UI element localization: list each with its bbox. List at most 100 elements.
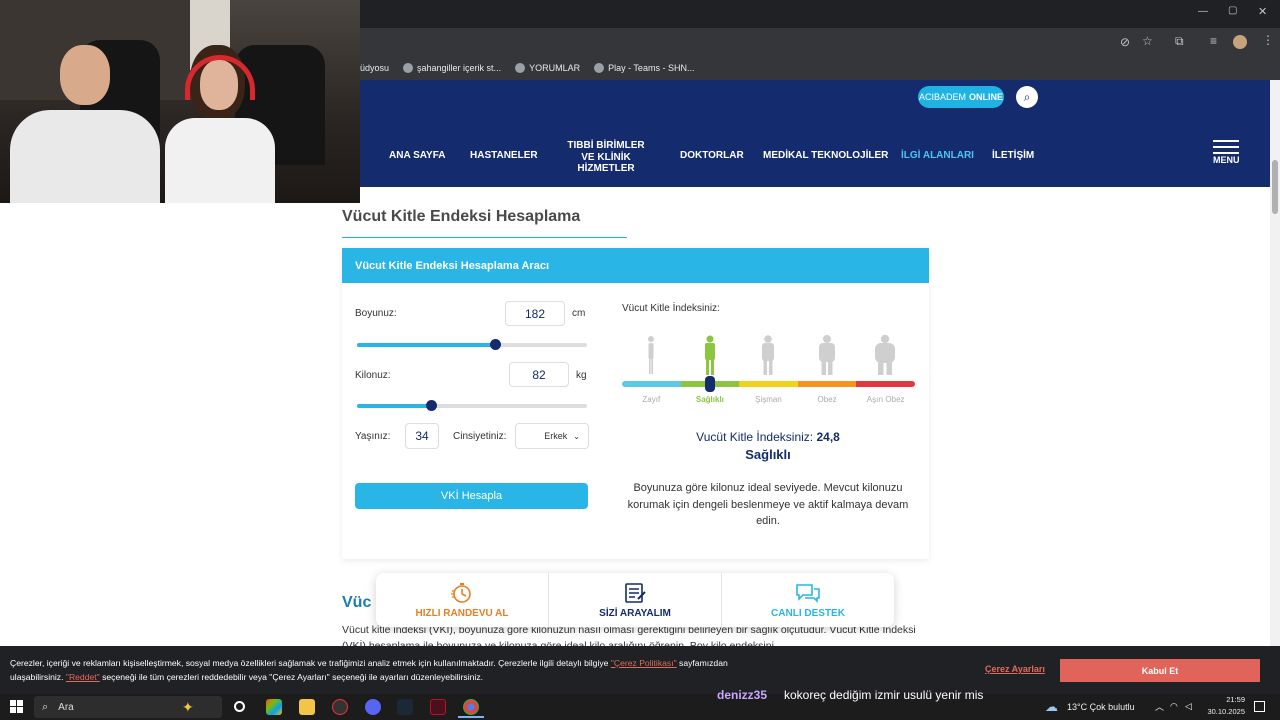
bmi-scale-segment (797, 381, 857, 387)
person-left-body (10, 110, 160, 203)
bookmark-item[interactable]: üdyosu (360, 63, 389, 73)
bmi-value-text: Vucüt Kitle İndeksiniz: 24,8 (696, 430, 840, 444)
clock-date[interactable]: 30.10.2025 (1199, 707, 1245, 716)
nav-iletisim[interactable]: İLETİŞİM (992, 150, 1034, 162)
globe-icon (515, 63, 526, 73)
bookmarks-bar: üdyosu şahangiller içerik st... YORUMLAR… (360, 56, 1280, 80)
bookmark-star-icon[interactable]: ☆ (1142, 34, 1153, 48)
bmi-category-label: Obez (817, 395, 837, 404)
person-right-body (165, 118, 275, 203)
tracking-off-icon[interactable]: ⊘ (1120, 35, 1130, 49)
weather-cloud-icon: ☁ (1045, 699, 1058, 714)
figure-sisman-icon (762, 335, 774, 375)
age-input[interactable]: 34 (405, 423, 439, 449)
figure-obez-icon (819, 335, 835, 375)
height-slider-handle[interactable] (490, 339, 501, 350)
bmi-scale-segment (856, 381, 915, 387)
chat-icon (796, 583, 820, 603)
copilot-sparkle-icon: ✦ (182, 699, 194, 715)
file-explorer-icon[interactable] (299, 699, 315, 715)
minimize-icon[interactable]: — (1198, 6, 1208, 17)
title-underline (342, 237, 627, 238)
cookie-text: Çerezler, içeriği ve reklamları kişisell… (10, 658, 728, 682)
chrome-icon[interactable] (463, 699, 479, 715)
steam-icon[interactable] (397, 699, 413, 715)
height-input[interactable]: 182 (505, 301, 565, 326)
bmi-status: Sağlıklı (745, 447, 791, 462)
chat-username: denizz35 (717, 688, 768, 702)
weight-input[interactable]: 82 (509, 362, 569, 387)
calculate-bmi-button[interactable]: VKİ Hesapla (355, 483, 588, 509)
bmi-scale-segment (739, 381, 798, 387)
page-title: Vücut Kitle Endeksi Hesaplama (342, 208, 581, 225)
quick-action-bar: HIZLI RANDEVU AL SİZİ ARAYALIM CANLI DES… (376, 573, 894, 627)
discord-icon[interactable] (365, 699, 381, 715)
gender-label: Cinsiyetiniz: (453, 431, 507, 442)
more-menu-icon[interactable]: ⋮ (1262, 33, 1274, 47)
globe-icon (594, 63, 605, 73)
profile-avatar[interactable] (1233, 35, 1247, 49)
weather-text[interactable]: 13°C Çok bulutlu (1067, 702, 1135, 712)
bmi-category-label: Aşırı Obez (866, 395, 905, 404)
notifications-icon[interactable] (1254, 701, 1265, 712)
extensions-icon[interactable]: ⧉ (1175, 34, 1184, 49)
nav-ilgi-alanlari[interactable]: İLGİ ALANLARI (901, 150, 974, 162)
gender-select[interactable]: Erkek ⌄ (515, 423, 589, 449)
bmi-category-label: Sağlıklı (695, 395, 724, 404)
search-icon[interactable]: ⌕ (1016, 86, 1038, 108)
chat-message: kokoreç dediğim izmir usulü yenir mis (784, 688, 984, 702)
clock-time[interactable]: 21:59 (1205, 695, 1245, 704)
quick-appointment-button[interactable]: HIZLI RANDEVU AL (376, 573, 549, 627)
call-me-button[interactable]: SİZİ ARAYALIM (549, 573, 722, 627)
app-icon[interactable] (332, 699, 348, 715)
menu-label[interactable]: MENU (1213, 155, 1240, 165)
windows-start-icon[interactable] (10, 700, 23, 713)
chevron-up-icon[interactable]: ︿ (1155, 700, 1164, 713)
online-badge[interactable]: ACIBADEM ONLINE (918, 86, 1004, 108)
cookie-policy-link[interactable]: "Çerez Politikası" (611, 658, 677, 668)
bmi-scale-bar (622, 381, 915, 387)
maximize-icon[interactable]: ▢ (1228, 5, 1237, 16)
reject-cookies-link[interactable]: "Reddet" (66, 672, 100, 682)
nav-hastaneler[interactable]: HASTANELER (470, 150, 538, 162)
form-icon (625, 582, 646, 603)
bookmark-item[interactable]: şahangiller içerik st... (403, 63, 501, 73)
figure-saglikli-icon (705, 335, 715, 375)
nav-tibbi-birimler[interactable]: TIBBİ BİRİMLER VE KLİNİK HİZMETLER (556, 140, 656, 175)
weight-slider-handle[interactable] (426, 400, 437, 411)
office-app-icon[interactable] (266, 699, 282, 715)
age-label: Yaşınız: (355, 431, 391, 442)
media-icon[interactable]: ≡ (1210, 34, 1217, 48)
live-support-button[interactable]: CANLI DESTEK (722, 573, 894, 627)
webcam-overlay (0, 0, 360, 203)
accept-cookies-button[interactable]: Kabul Et (1060, 659, 1260, 682)
nav-ana-sayfa[interactable]: ANA SAYFA (389, 150, 446, 162)
nav-medikal-teknolojiler[interactable]: MEDİKAL TEKNOLOJİLER (763, 150, 888, 162)
figure-asiri-obez-icon (875, 334, 895, 375)
bmi-scale-marker (705, 376, 715, 392)
stopwatch-icon (451, 582, 471, 603)
weight-unit: kg (576, 370, 587, 381)
cookie-settings-link[interactable]: Çerez Ayarları (985, 664, 1045, 674)
height-label: Boyunuz: (355, 308, 397, 319)
nav-doktorlar[interactable]: DOKTORLAR (680, 150, 744, 162)
speaker-icon[interactable]: ◁ (1185, 701, 1192, 712)
chevron-down-icon: ⌄ (573, 431, 580, 441)
bookmark-item[interactable]: Play - Teams - SHN... (594, 63, 694, 73)
height-unit: cm (572, 308, 586, 319)
task-view-icon[interactable] (234, 701, 245, 712)
figure-zayif-icon (648, 336, 654, 374)
media-app-icon[interactable] (430, 699, 446, 715)
weight-label: Kilonuz: (355, 370, 391, 381)
weight-slider-fill (357, 404, 431, 408)
bmi-scale-segment (622, 381, 681, 387)
address-bar[interactable]: ⊘ ☆ ⧉ ≡ ⋮ (360, 28, 1280, 56)
scrollbar-thumb[interactable] (1272, 160, 1278, 214)
height-slider-fill (357, 343, 495, 347)
close-icon[interactable]: ✕ (1258, 5, 1267, 18)
section-title: Vüc (342, 594, 372, 611)
wifi-icon[interactable]: ◠ (1170, 701, 1178, 712)
search-icon: ⌕ (42, 700, 49, 713)
bookmark-item[interactable]: YORUMLAR (515, 63, 580, 73)
taskbar-search[interactable]: ⌕ Ara ✦ (34, 696, 222, 718)
